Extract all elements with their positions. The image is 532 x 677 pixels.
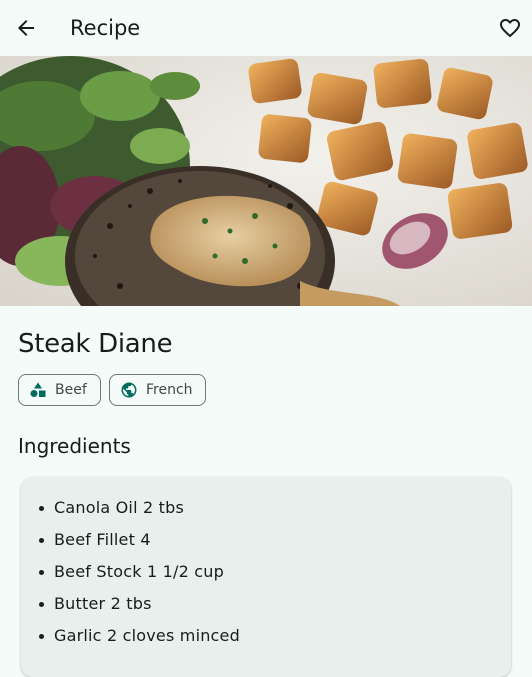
category-chip-beef[interactable]: Beef [18,374,101,406]
ingredient-item: Canola Oil 2 tbs [21,497,511,529]
chip-label: Beef [55,382,87,398]
ingredients-list: Canola Oil 2 tbs Beef Fillet 4 Beef Stoc… [21,477,511,657]
ingredient-item: Garlic 2 cloves minced [21,625,511,657]
favorite-button[interactable] [494,12,526,44]
steak-with-potatoes-photo [0,56,532,306]
arrow-back-icon [18,20,34,36]
back-button[interactable] [10,12,42,44]
app-bar: Recipe [0,0,532,56]
ingredients-card: Canola Oil 2 tbs Beef Fillet 4 Beef Stoc… [21,477,511,677]
ingredients-heading: Ingredients [18,434,131,458]
recipe-hero-image [0,56,532,306]
ingredient-item: Beef Stock 1 1/2 cup [21,561,511,593]
globe-icon [120,381,138,399]
ingredient-item: Butter 2 tbs [21,593,511,625]
heart-outline-icon [500,19,520,38]
app-bar-title: Recipe [70,16,141,40]
chip-label: French [146,382,193,398]
ingredient-item: Beef Fillet 4 [21,529,511,561]
recipe-title: Steak Diane [18,329,173,359]
category-shapes-icon [29,381,47,399]
cuisine-chip-french[interactable]: French [109,374,206,406]
